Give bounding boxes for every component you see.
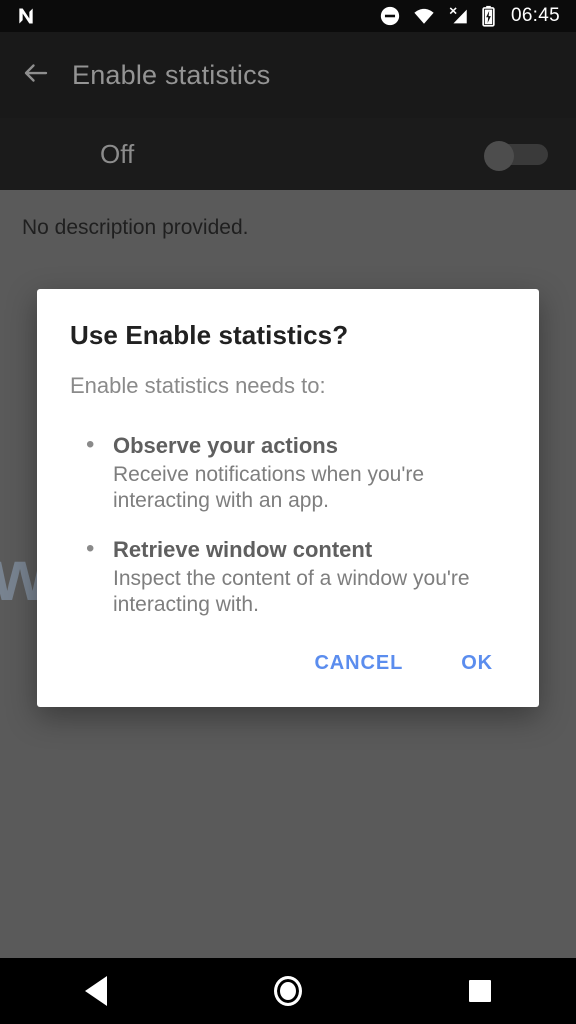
nav-back-triangle-icon (85, 976, 107, 1006)
back-button[interactable] (0, 32, 72, 118)
bullet-icon: • (86, 535, 95, 562)
permission-list: • Observe your actions Receive notificat… (37, 432, 539, 618)
status-bar-left (16, 6, 36, 26)
nav-home-circle-icon (274, 976, 302, 1006)
switch-thumb (484, 141, 514, 171)
battery-charging-icon (481, 5, 496, 27)
permission-dialog: Use Enable statistics? Enable statistics… (37, 289, 539, 707)
toggle-state-label: Off (100, 138, 135, 169)
dialog-actions: CANCEL OK (37, 618, 539, 707)
page-title: Enable statistics (72, 59, 271, 90)
phone-screen: 06:45 Enable statistics Off No descripti… (0, 0, 576, 1024)
nav-back-button[interactable] (48, 958, 144, 1024)
description-text: No description provided. (22, 216, 249, 239)
dialog-title: Use Enable statistics? (70, 320, 349, 350)
nav-recents-square-icon (469, 980, 491, 1002)
android-n-logo (16, 6, 36, 26)
permission-title: Retrieve window content (113, 537, 373, 562)
do-not-disturb-icon (379, 5, 401, 27)
bullet-icon: • (86, 431, 95, 458)
enable-statistics-toggle-row[interactable]: Off (0, 118, 576, 190)
wifi-icon (412, 5, 436, 27)
status-bar: 06:45 (0, 0, 576, 32)
status-bar-clock: 06:45 (510, 5, 560, 26)
permission-body: Observe your actions Receive notificatio… (113, 432, 506, 514)
dialog-subtitle: Enable statistics needs to: (70, 373, 326, 398)
app-bar: Enable statistics (0, 32, 576, 118)
permission-body: Retrieve window content Inspect the cont… (113, 536, 506, 618)
cancel-button[interactable]: CANCEL (296, 642, 421, 685)
navigation-bar (0, 958, 576, 1024)
list-item: • Observe your actions Receive notificat… (86, 432, 506, 514)
permission-description: Receive notifications when you're intera… (113, 463, 425, 512)
nav-recents-button[interactable] (432, 958, 528, 1024)
permission-description: Inspect the content of a window you're i… (113, 567, 470, 616)
list-item: • Retrieve window content Inspect the co… (86, 536, 506, 618)
permission-title: Observe your actions (113, 433, 338, 458)
ok-button[interactable]: OK (443, 642, 511, 685)
back-arrow-icon (21, 58, 51, 93)
enable-statistics-switch[interactable] (484, 141, 548, 171)
nav-home-button[interactable] (240, 958, 336, 1024)
status-bar-right: 06:45 (379, 5, 560, 27)
cellular-signal-no-service-icon (447, 5, 470, 27)
